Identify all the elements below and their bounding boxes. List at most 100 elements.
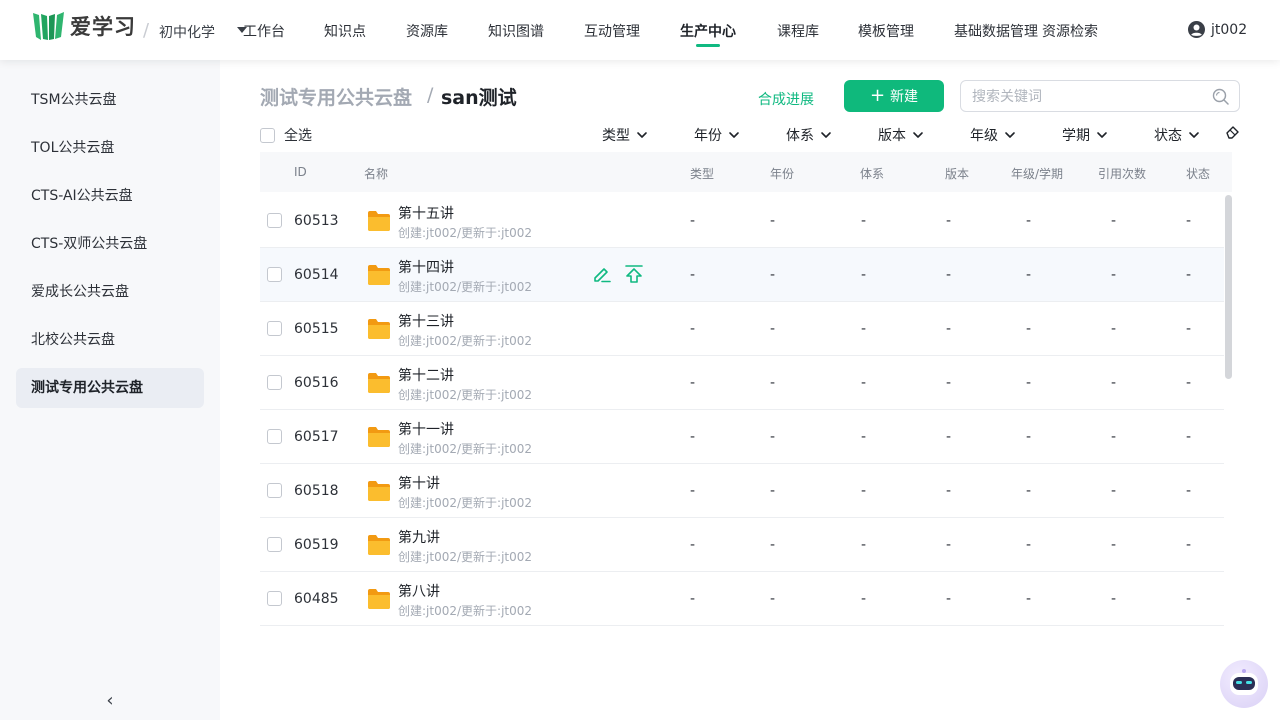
row-checkbox[interactable] — [267, 267, 282, 282]
collapse-sidebar-icon[interactable]: ‹ — [102, 690, 118, 711]
nav-resource-library[interactable]: 资源库 — [406, 21, 448, 41]
row-name[interactable]: 第十五讲 — [398, 203, 454, 223]
row-checkbox[interactable] — [267, 375, 282, 390]
filter-semester[interactable]: 学期 — [1062, 125, 1108, 145]
table-scrollbar-thumb[interactable] — [1225, 195, 1232, 379]
user-menu[interactable]: jt002 — [1188, 21, 1247, 38]
chevron-down-icon — [821, 132, 831, 138]
sidebar-item-tol[interactable]: TOL公共云盘 — [16, 128, 204, 168]
filter-year[interactable]: 年份 — [694, 125, 740, 145]
filter-type[interactable]: 类型 — [602, 125, 648, 145]
nav-basic-data-management[interactable]: 基础数据管理 — [954, 21, 1038, 41]
row-cell: - — [1026, 429, 1032, 445]
row-cell: - — [861, 375, 867, 391]
row-cell: - — [1186, 213, 1192, 229]
row-cell: - — [770, 213, 776, 229]
row-name[interactable]: 第十四讲 — [398, 257, 454, 277]
nav-workbench[interactable]: 工作台 — [243, 21, 285, 41]
sidebar-item-cts-ai[interactable]: CTS-AI公共云盘 — [16, 176, 204, 216]
plus-icon: + — [869, 85, 886, 106]
row-cell: - — [1111, 429, 1117, 445]
synthesis-progress-link[interactable]: 合成进展 — [758, 89, 814, 109]
nav-knowledge-graph[interactable]: 知识图谱 — [488, 21, 544, 41]
row-cell: - — [861, 537, 867, 553]
nav-course-library[interactable]: 课程库 — [777, 21, 819, 41]
table-row[interactable]: 60515 第十三讲 创建:jt002/更新于:jt002 - - - - - - - — [260, 302, 1224, 356]
nav-interaction-management[interactable]: 互动管理 — [584, 21, 640, 41]
row-cell: - — [770, 483, 776, 499]
table-row[interactable]: 60513 第十五讲 创建:jt002/更新于:jt002 - - - - - - - — [260, 194, 1224, 248]
nav-knowledge-points[interactable]: 知识点 — [324, 21, 366, 41]
select-all-checkbox[interactable] — [260, 127, 275, 143]
table-row[interactable]: 60517 第十一讲 创建:jt002/更新于:jt002 - - - - - - - — [260, 410, 1224, 464]
logo-icon — [33, 12, 64, 40]
search-icon[interactable] — [1212, 88, 1229, 105]
table-row[interactable]: 60519 第九讲 创建:jt002/更新于:jt002 - - - - - - - — [260, 518, 1224, 572]
row-cell: - — [690, 591, 696, 607]
row-cell: - — [1111, 213, 1117, 229]
column-header-system: 体系 — [860, 167, 885, 181]
table-row[interactable]: 60485 第八讲 创建:jt002/更新于:jt002 - - - - - - - — [260, 572, 1224, 626]
row-cell: - — [946, 429, 952, 445]
folder-icon — [368, 373, 390, 393]
row-name[interactable]: 第十二讲 — [398, 365, 454, 385]
row-name[interactable]: 第十一讲 — [398, 419, 454, 439]
row-cell: - — [690, 375, 696, 391]
select-all[interactable]: 全选 — [260, 125, 312, 145]
edit-icon[interactable] — [592, 264, 612, 284]
nav-resource-search[interactable]: 资源检索 — [1042, 21, 1098, 41]
row-cell: - — [946, 375, 952, 391]
row-cell: - — [946, 267, 952, 283]
table-row[interactable]: 60518 第十讲 创建:jt002/更新于:jt002 - - - - - - - — [260, 464, 1224, 518]
breadcrumb-root[interactable]: 测试专用公共云盘 — [260, 83, 412, 110]
folder-icon — [368, 481, 390, 501]
row-checkbox[interactable] — [267, 213, 282, 228]
table-row[interactable]: 60516 第十二讲 创建:jt002/更新于:jt002 - - - - - - - — [260, 356, 1224, 410]
row-cell: - — [690, 213, 696, 229]
filter-system[interactable]: 体系 — [786, 125, 832, 145]
row-checkbox[interactable] — [267, 321, 282, 336]
filter-status[interactable]: 状态 — [1154, 125, 1200, 145]
folder-icon — [368, 535, 390, 555]
row-cell: - — [1186, 375, 1192, 391]
row-checkbox[interactable] — [267, 591, 282, 606]
logo[interactable]: 爱学习 — [32, 9, 136, 43]
row-checkbox[interactable] — [267, 483, 282, 498]
row-meta: 创建:jt002/更新于:jt002 — [398, 226, 533, 240]
row-cell: - — [1026, 537, 1032, 553]
filter-grade[interactable]: 年级 — [970, 125, 1016, 145]
table-row[interactable]: 60514 第十四讲 创建:jt002/更新于:jt002 - - - - - - - — [260, 248, 1224, 302]
filter-label: 年级 — [970, 128, 998, 144]
row-name[interactable]: 第十讲 — [398, 473, 440, 493]
new-button[interactable]: + 新建 — [844, 80, 944, 112]
sidebar-item-aichengzhang[interactable]: 爱成长公共云盘 — [16, 272, 204, 312]
row-cell: - — [861, 483, 867, 499]
search-input[interactable] — [972, 87, 1202, 107]
row-cell: - — [770, 375, 776, 391]
row-checkbox[interactable] — [267, 537, 282, 552]
nav-template-management[interactable]: 模板管理 — [858, 21, 914, 41]
column-header-year: 年份 — [770, 167, 795, 181]
row-name[interactable]: 第九讲 — [398, 527, 440, 547]
row-cell: - — [1026, 375, 1032, 391]
chevron-down-icon — [729, 132, 739, 138]
row-cell: - — [690, 483, 696, 499]
chevron-down-icon — [913, 132, 923, 138]
chevron-down-icon — [1097, 132, 1107, 138]
row-name[interactable]: 第十三讲 — [398, 311, 454, 331]
filter-edition[interactable]: 版本 — [878, 125, 924, 145]
clear-filters-eraser-icon[interactable] — [1224, 124, 1240, 140]
row-checkbox[interactable] — [267, 429, 282, 444]
row-id: 60518 — [294, 483, 339, 499]
row-name[interactable]: 第八讲 — [398, 581, 440, 601]
sidebar-item-cts-dual-teacher[interactable]: CTS-双师公共云盘 — [16, 224, 204, 264]
sidebar-item-north-campus[interactable]: 北校公共云盘 — [16, 320, 204, 360]
sidebar-item-test-cloud[interactable]: 测试专用公共云盘 — [16, 368, 204, 408]
sidebar-item-tsm[interactable]: TSM公共云盘 — [16, 80, 204, 120]
subject-separator: / — [143, 20, 150, 41]
row-meta: 创建:jt002/更新于:jt002 — [398, 280, 533, 294]
subject-selector[interactable]: 初中化学 — [159, 22, 215, 42]
move-up-icon[interactable] — [624, 264, 644, 284]
assistant-robot-button[interactable] — [1220, 660, 1268, 708]
nav-production-center[interactable]: 生产中心 — [680, 21, 736, 41]
